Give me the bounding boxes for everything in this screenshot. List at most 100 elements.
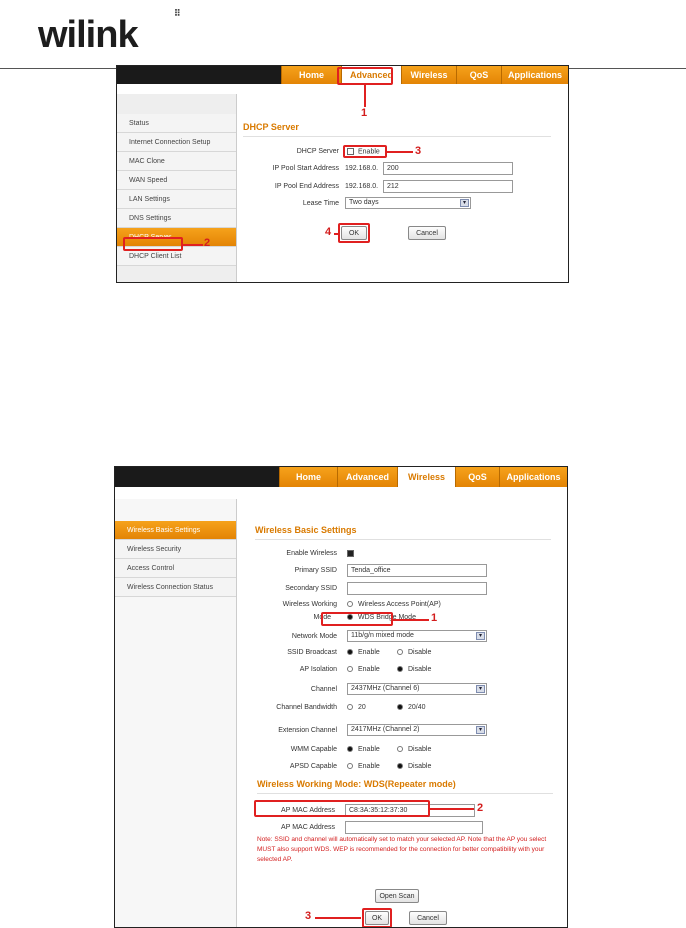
- cancel-button[interactable]: Cancel: [408, 226, 446, 240]
- highlight-advanced-tab: [337, 67, 393, 85]
- highlight-dhcp-sidebar: [123, 237, 183, 251]
- radio-icon: [397, 746, 403, 753]
- primary-ssid-label: Primary SSID: [294, 567, 337, 574]
- bandwidth-label: Channel Bandwidth: [276, 704, 337, 711]
- chevron-down-icon: ▾: [476, 632, 485, 640]
- sidebar-item-access-control[interactable]: Access Control: [115, 559, 236, 578]
- secondary-ssid-input[interactable]: [347, 582, 487, 595]
- sidebar: Status Internet Connection Setup MAC Clo…: [117, 94, 237, 282]
- ssid-broadcast-disable-radio[interactable]: Disable: [397, 649, 431, 656]
- channel-label: Channel: [310, 685, 337, 693]
- sidebar-item-mac-clone[interactable]: MAC Clone: [117, 152, 236, 171]
- sidebar-item-wireless-basic[interactable]: Wireless Basic Settings: [115, 521, 236, 540]
- sidebar-item-connection-status[interactable]: Wireless Connection Status: [115, 578, 236, 597]
- bandwidth-2040-radio[interactable]: 20/40: [397, 704, 426, 711]
- sidebar-item-wan-speed[interactable]: WAN Speed: [117, 171, 236, 190]
- sidebar-item-lan-settings[interactable]: LAN Settings: [117, 190, 236, 209]
- extension-channel-select[interactable]: 2417MHz (Channel 2) ▾: [347, 724, 487, 736]
- open-scan-button[interactable]: Open Scan: [375, 889, 419, 903]
- highlight-enable-checkbox: [343, 145, 387, 158]
- primary-ssid-input[interactable]: Tenda_office: [347, 564, 487, 577]
- ap-isolation-disable-radio[interactable]: Disable: [397, 666, 431, 673]
- dhcp-server-label: DHCP Server: [296, 148, 339, 156]
- sidebar-item-status[interactable]: Status: [117, 114, 236, 133]
- tab-applications[interactable]: Applications: [501, 66, 568, 84]
- sidebar-item-dns-settings[interactable]: DNS Settings: [117, 209, 236, 228]
- network-mode-select[interactable]: 11b/g/n mixed mode ▾: [347, 630, 487, 642]
- pool-end-label: IP Pool End Address: [274, 183, 339, 190]
- highlight-ok-button-2: [362, 908, 392, 927]
- marker-arrow-3: [387, 151, 413, 153]
- wireless-screenshot: Home Advanced Wireless QoS Applications …: [114, 466, 568, 928]
- page-title: DHCP Server: [243, 122, 299, 132]
- ap-mac-input-2[interactable]: [345, 821, 483, 834]
- tab-qos[interactable]: QoS: [456, 66, 501, 84]
- apsd-label: APSD Capable: [289, 763, 337, 770]
- mode-ap-radio[interactable]: Wireless Access Point(AP): [347, 601, 441, 608]
- radio-selected-icon: [397, 763, 403, 770]
- dhcp-screenshot: Home Advanced Wireless QoS Applications …: [116, 65, 569, 283]
- marker-arrow-3b: [315, 917, 361, 919]
- enable-wireless-checkbox[interactable]: [347, 550, 354, 557]
- brand-logo: wilink ⠿: [38, 8, 181, 56]
- tab-wireless-2[interactable]: Wireless: [397, 467, 455, 487]
- marker-1b: 1: [431, 612, 438, 624]
- chevron-down-icon: ▾: [476, 685, 485, 693]
- cancel-button-2[interactable]: Cancel: [409, 911, 447, 925]
- wmm-enable-radio[interactable]: Enable: [347, 746, 397, 753]
- radio-selected-icon: [347, 649, 353, 656]
- tab-qos-2[interactable]: QoS: [455, 467, 499, 487]
- bandwidth-20-radio[interactable]: 20: [347, 704, 397, 711]
- radio-selected-icon: [397, 704, 403, 711]
- sidebar-2: Wireless Basic Settings Wireless Securit…: [115, 499, 237, 927]
- radio-selected-icon: [397, 666, 403, 673]
- title-rule-2: [255, 539, 551, 540]
- ssid-broadcast-enable-radio[interactable]: Enable: [347, 649, 397, 656]
- radio-selected-icon: [347, 746, 353, 753]
- radio-icon: [397, 649, 403, 656]
- tab-advanced-2[interactable]: Advanced: [337, 467, 397, 487]
- tab-home[interactable]: Home: [281, 66, 341, 84]
- marker-2: 2: [204, 237, 211, 249]
- marker-2b: 2: [477, 802, 484, 814]
- radio-icon: [347, 763, 353, 770]
- wds-title-rule: [257, 793, 553, 794]
- tab-wireless[interactable]: Wireless: [401, 66, 456, 84]
- ap-mac-label-2: AP MAC Address: [281, 824, 335, 831]
- working-mode-label-1: Wireless Working: [282, 601, 337, 608]
- wmm-disable-radio[interactable]: Disable: [397, 746, 431, 753]
- working-mode-label-2: Mode: [313, 614, 331, 621]
- ap-isolation-enable-radio[interactable]: Enable: [347, 666, 397, 673]
- extension-channel-label: Extension Channel: [278, 726, 337, 734]
- marker-4: 4: [325, 226, 332, 238]
- sidebar-item-internet-setup[interactable]: Internet Connection Setup: [117, 133, 236, 152]
- wds-section-title: Wireless Working Mode: WDS(Repeater mode…: [257, 779, 456, 789]
- ap-isolation-label: AP Isolation: [299, 666, 337, 673]
- lease-time-select[interactable]: Two days ▾: [345, 197, 471, 209]
- highlight-ok-button: [338, 223, 370, 243]
- pool-end-input[interactable]: 212: [383, 180, 513, 193]
- highlight-ap-mac: [254, 800, 430, 817]
- main-panel-2: Wireless Basic Settings: [255, 525, 565, 540]
- marker-arrow-2: [183, 244, 203, 246]
- marker-1: 1: [361, 107, 368, 119]
- apsd-disable-radio[interactable]: Disable: [397, 763, 431, 770]
- logo-dots-icon: ⠿: [174, 8, 181, 18]
- pool-start-label: IP Pool Start Address: [272, 165, 339, 172]
- channel-select[interactable]: 2437MHz (Channel 6) ▾: [347, 683, 487, 695]
- sidebar-item-wireless-security[interactable]: Wireless Security: [115, 540, 236, 559]
- radio-icon: [347, 704, 353, 711]
- pool-start-input[interactable]: 200: [383, 162, 513, 175]
- marker-arrow-1: [364, 85, 366, 107]
- marker-arrow-1b: [393, 619, 429, 621]
- tab-home-2[interactable]: Home: [279, 467, 337, 487]
- wds-note: Note: SSID and channel will automaticall…: [257, 836, 547, 863]
- highlight-wds-mode: [321, 612, 393, 626]
- apsd-enable-radio[interactable]: Enable: [347, 763, 397, 770]
- wmm-label: WMM Capable: [290, 746, 337, 753]
- tab-applications-2[interactable]: Applications: [499, 467, 567, 487]
- pool-start-prefix: 192.168.0.: [345, 165, 379, 172]
- lease-time-label: Lease Time: [302, 199, 339, 207]
- enable-wireless-label: Enable Wireless: [286, 550, 337, 557]
- main-panel: DHCP Server: [243, 122, 563, 137]
